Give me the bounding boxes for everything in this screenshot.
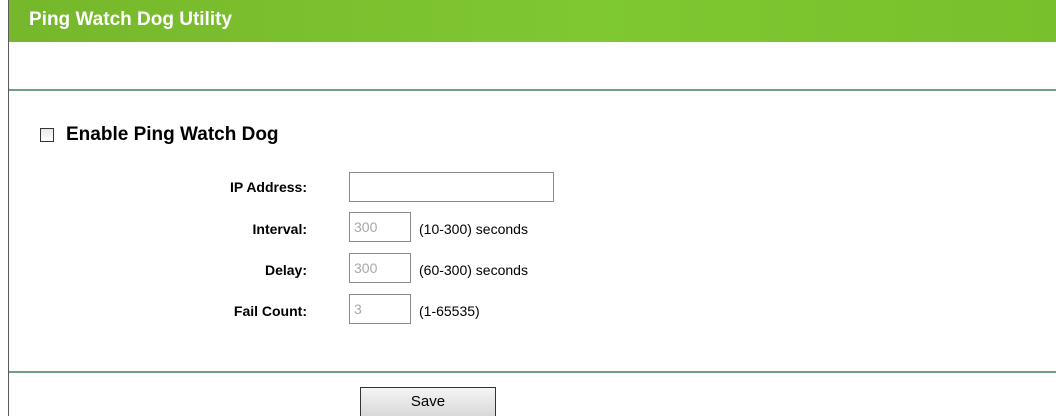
enable-label: Enable Ping Watch Dog <box>66 124 279 145</box>
delay-hint: (60-300) seconds <box>419 262 528 278</box>
fail-count-label: Fail Count: <box>233 303 307 319</box>
ip-address-input[interactable] <box>349 172 554 202</box>
enable-checkbox[interactable] <box>40 128 54 142</box>
delay-input[interactable]: 300 <box>349 253 411 283</box>
page-frame: Ping Watch Dog Utility Enable Ping Watch… <box>8 0 1056 416</box>
interval-hint: (10-300) seconds <box>419 221 528 237</box>
divider-bottom <box>9 371 1056 373</box>
fail-count-hint: (1-65535) <box>419 303 480 319</box>
title-bar: Ping Watch Dog Utility <box>9 0 1056 42</box>
interval-input[interactable]: 300 <box>349 212 411 242</box>
divider-top <box>9 89 1056 91</box>
delay-label: Delay: <box>264 262 307 278</box>
fail-count-input[interactable]: 3 <box>349 294 411 324</box>
interval-label: Interval: <box>252 221 307 237</box>
page-title: Ping Watch Dog Utility <box>29 9 233 30</box>
ip-address-label: IP Address: <box>229 179 307 195</box>
save-button[interactable]: Save <box>360 387 496 416</box>
